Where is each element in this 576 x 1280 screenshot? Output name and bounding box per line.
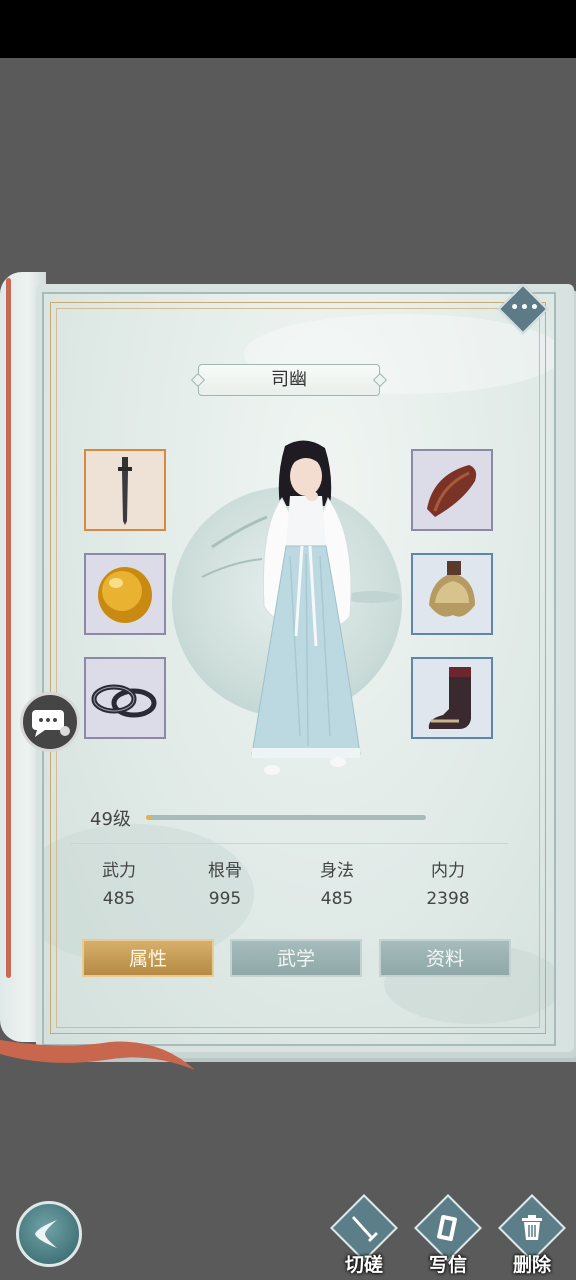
equip-slot-boots[interactable] — [411, 657, 493, 739]
stat-value: 485 — [320, 889, 354, 909]
character-name: 司幽 — [198, 364, 380, 396]
spar-button[interactable]: 切磋 — [326, 1194, 402, 1278]
amber-gem-icon — [98, 567, 152, 623]
exp-bar — [146, 815, 426, 820]
delete-label: 删除 — [512, 1254, 551, 1276]
write-letter-button[interactable]: 写信 — [410, 1194, 486, 1278]
stat-label: 武力 — [102, 861, 136, 881]
spar-label: 切磋 — [344, 1254, 383, 1276]
dagger-icon — [118, 457, 132, 525]
back-button[interactable] — [16, 1201, 82, 1267]
back-arrow-icon — [35, 1220, 57, 1248]
bracelet-icon — [91, 684, 157, 718]
bracer-icon — [427, 465, 477, 517]
tab-profile[interactable]: 资料 — [379, 939, 511, 977]
character-portrait[interactable] — [230, 436, 380, 786]
bookmark-ribbon — [0, 1040, 195, 1070]
equip-slot-bracer[interactable] — [411, 449, 493, 531]
status-bar — [0, 0, 576, 58]
write-letter-label: 写信 — [428, 1254, 467, 1276]
exp-bar-fill — [146, 815, 152, 820]
chat-bubble-icon — [32, 710, 70, 737]
equip-slot-accessory[interactable] — [84, 553, 166, 635]
chat-button[interactable] — [20, 692, 80, 752]
stats-divider — [70, 843, 508, 844]
stat-value: 485 — [102, 889, 136, 909]
stat-neili: 内力 2398 — [403, 860, 493, 910]
level-label: 49级 — [90, 809, 131, 830]
stat-shenfa: 身法 485 — [292, 860, 382, 910]
sword-icon — [352, 1216, 378, 1242]
stat-label: 根骨 — [208, 861, 242, 881]
shoulder-armor-icon — [429, 561, 475, 617]
stat-wuli: 武力 485 — [74, 860, 164, 910]
trash-icon — [522, 1215, 542, 1240]
stat-label: 内力 — [431, 861, 465, 881]
stat-value: 995 — [208, 889, 242, 909]
stat-label: 身法 — [320, 861, 354, 881]
boot-icon — [428, 667, 471, 729]
tab-martial-arts[interactable]: 武学 — [230, 939, 362, 977]
stat-value: 2398 — [426, 889, 470, 909]
more-dots-icon: ••• — [510, 300, 540, 316]
equip-slot-armor[interactable] — [411, 553, 493, 635]
stat-gengu: 根骨 995 — [180, 860, 270, 910]
delete-button[interactable]: 删除 — [494, 1194, 570, 1278]
equip-slot-bracelet[interactable] — [84, 657, 166, 739]
equip-slot-weapon[interactable] — [84, 449, 166, 531]
tab-attributes[interactable]: 属性 — [82, 939, 214, 977]
letter-icon — [437, 1214, 457, 1242]
